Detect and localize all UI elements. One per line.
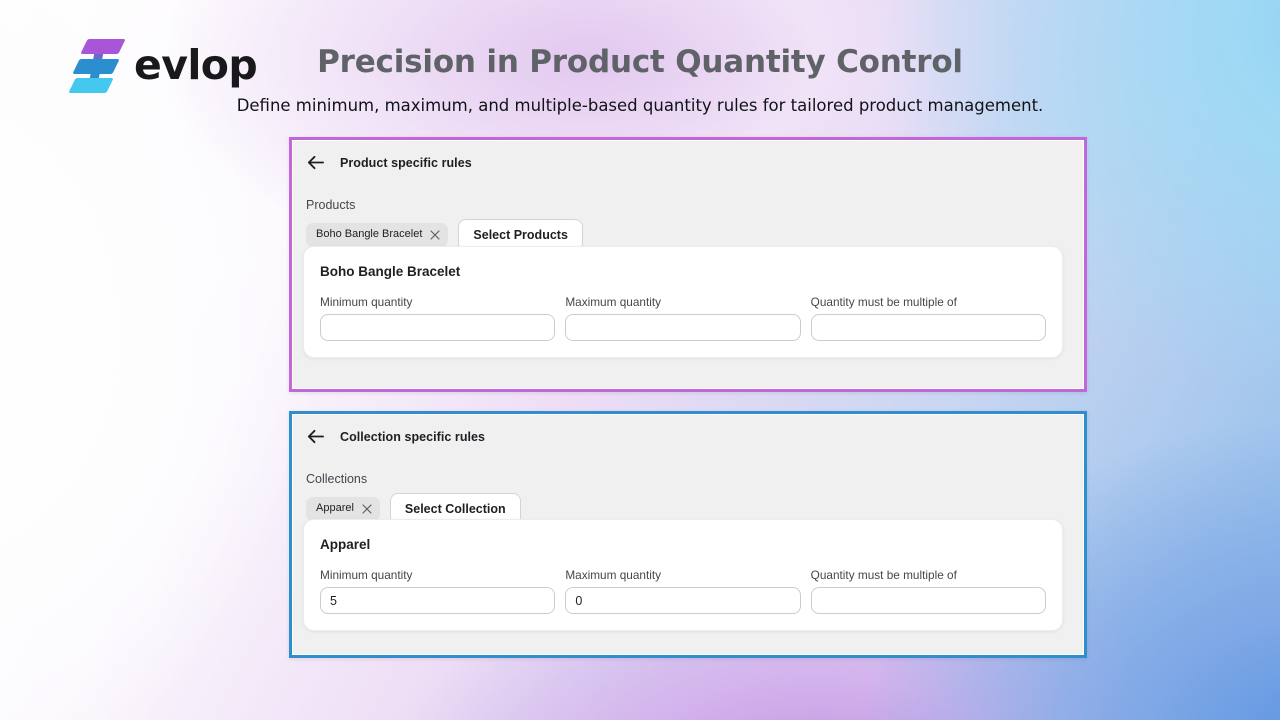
- collection-minimum-quantity-field: Minimum quantity: [320, 568, 556, 614]
- collection-quantity-fields: Minimum quantity Maximum quantity Quanti…: [320, 568, 1046, 614]
- selected-product-tag[interactable]: Boho Bangle Bracelet: [306, 223, 449, 247]
- product-maximum-quantity-input[interactable]: [565, 314, 801, 341]
- panel-header: Collection specific rules: [292, 414, 1084, 446]
- logo-bar-cyan: [68, 78, 114, 93]
- arrow-left-icon[interactable]: [306, 427, 325, 446]
- slide-canvas: evlop Precision in Product Quantity Cont…: [0, 0, 1280, 720]
- products-selector: Products Boho Bangle Bracelet Select Pro…: [292, 172, 1084, 251]
- product-maximum-quantity-field: Maximum quantity: [565, 295, 801, 341]
- collection-multiple-of-field: Quantity must be multiple of: [810, 568, 1046, 614]
- collection-multiple-of-input[interactable]: [810, 587, 1046, 614]
- product-rule-card-title: Boho Bangle Bracelet: [320, 264, 461, 279]
- product-maximum-quantity-label: Maximum quantity: [565, 295, 662, 309]
- product-minimum-quantity-field: Minimum quantity: [320, 295, 556, 341]
- panel-title: Collection specific rules: [340, 429, 486, 444]
- selected-product-tag-label: Boho Bangle Bracelet: [316, 228, 423, 241]
- product-multiple-of-input[interactable]: [810, 314, 1046, 341]
- arrow-left-icon[interactable]: [306, 153, 325, 172]
- selected-collection-tag[interactable]: Apparel: [306, 497, 380, 521]
- collection-minimum-quantity-label: Minimum quantity: [320, 568, 413, 582]
- collection-rule-card: Apparel Minimum quantity Maximum quantit…: [303, 519, 1063, 631]
- collections-label: Collections: [306, 472, 368, 486]
- panel-title: Product specific rules: [340, 155, 472, 170]
- product-specific-rules-panel: Product specific rules Products Boho Ban…: [289, 137, 1087, 392]
- product-rule-card: Boho Bangle Bracelet Minimum quantity Ma…: [303, 246, 1063, 358]
- selected-collection-tag-label: Apparel: [316, 502, 354, 515]
- collections-selector: Collections Apparel Select Collection: [292, 446, 1084, 525]
- product-minimum-quantity-label: Minimum quantity: [320, 295, 413, 309]
- collection-multiple-of-label: Quantity must be multiple of: [810, 568, 957, 582]
- collection-maximum-quantity-field: Maximum quantity: [565, 568, 801, 614]
- panel-header: Product specific rules: [292, 140, 1084, 172]
- collection-rule-card-title: Apparel: [320, 537, 371, 552]
- collection-maximum-quantity-input[interactable]: [565, 587, 801, 614]
- product-multiple-of-field: Quantity must be multiple of: [810, 295, 1046, 341]
- product-multiple-of-label: Quantity must be multiple of: [810, 295, 957, 309]
- page-subtitle: Define minimum, maximum, and multiple-ba…: [236, 96, 1044, 115]
- close-icon[interactable]: [362, 504, 372, 514]
- close-icon[interactable]: [430, 230, 440, 240]
- collection-specific-rules-panel: Collection specific rules Collections Ap…: [289, 411, 1087, 658]
- products-label: Products: [306, 198, 356, 212]
- product-minimum-quantity-input[interactable]: [320, 314, 556, 341]
- page-title: Precision in Product Quantity Control: [317, 44, 963, 80]
- product-quantity-fields: Minimum quantity Maximum quantity Quanti…: [320, 295, 1046, 341]
- collection-minimum-quantity-input[interactable]: [320, 587, 556, 614]
- collection-maximum-quantity-label: Maximum quantity: [565, 568, 662, 582]
